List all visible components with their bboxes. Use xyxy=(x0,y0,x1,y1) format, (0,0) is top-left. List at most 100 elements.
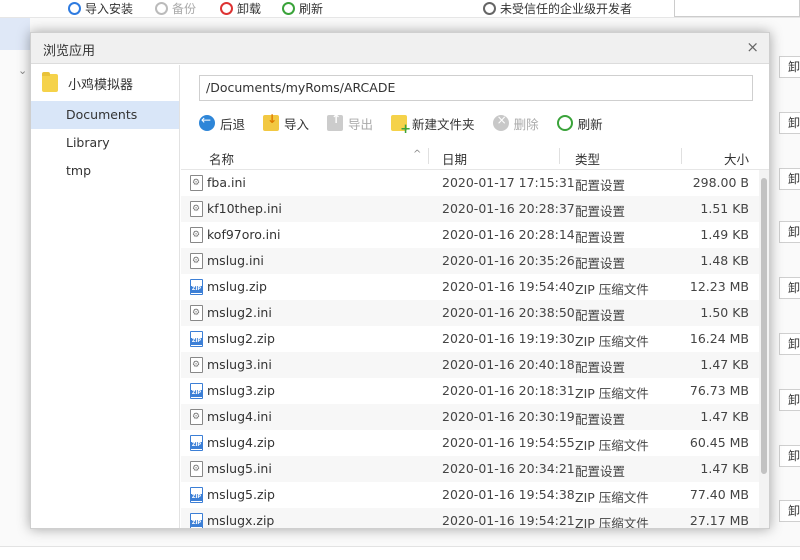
chevron-down-icon[interactable]: ⌄ xyxy=(18,64,27,77)
file-row[interactable]: mslug3.zip 2020-01-16 20:18:31ZIP 压缩文件 76.… xyxy=(181,378,769,404)
file-name: kof97oro.ini xyxy=(207,227,281,242)
column-header-date[interactable]: 日期 xyxy=(442,149,467,168)
close-icon[interactable]: × xyxy=(746,38,759,56)
file-type: 配置设置 xyxy=(575,412,626,427)
zip-file-icon xyxy=(190,383,203,399)
config-file-icon xyxy=(190,201,203,217)
vertical-scrollbar[interactable] xyxy=(759,170,769,528)
file-row[interactable]: mslug4.zip 2020-01-16 19:54:55ZIP 压缩文件 60.… xyxy=(181,430,769,456)
import-button[interactable]: 导入 xyxy=(263,112,309,133)
backup-icon xyxy=(155,1,168,15)
browse-app-dialog: 浏览应用 × 小鸡模拟器 Documents Library tmp /Docu… xyxy=(30,32,770,529)
sidebar-item-documents[interactable]: Documents xyxy=(31,101,179,129)
install-button[interactable]: 导入安装 xyxy=(68,0,133,16)
file-type: 配置设置 xyxy=(575,308,626,323)
refresh-icon xyxy=(556,115,573,131)
file-name: fba.ini xyxy=(207,175,246,190)
dialog-titlebar[interactable]: 浏览应用 × xyxy=(31,33,769,64)
config-file-icon xyxy=(190,227,203,243)
file-size: 60.45 MB xyxy=(689,435,749,450)
side-uninstall-button[interactable]: 卸 xyxy=(779,56,800,78)
refresh-label-bg: 刷新 xyxy=(299,1,324,16)
background-footer xyxy=(0,546,800,560)
sidebar-root-label: 小鸡模拟器 xyxy=(68,77,134,93)
notice-text: 未受信任的企业级开发者 xyxy=(500,1,633,16)
delete-button[interactable]: 删除 xyxy=(492,113,539,133)
file-row[interactable]: mslug4.ini 2020-01-16 20:30:19配置设置 1.47 KB xyxy=(181,404,769,430)
config-file-icon xyxy=(190,357,203,373)
uninstall-button[interactable]: 卸载 xyxy=(220,0,261,16)
file-row[interactable]: mslug5.ini 2020-01-16 20:34:21配置设置 1.47 KB xyxy=(181,456,769,482)
file-name: kf10thep.ini xyxy=(207,201,282,216)
file-date: 2020-01-16 20:34:21 xyxy=(442,461,575,476)
file-size: 1.47 KB xyxy=(700,409,749,424)
column-header-size[interactable]: 大小 xyxy=(724,149,749,168)
file-size: 27.17 MB xyxy=(689,513,749,528)
background-search-input[interactable] xyxy=(674,0,800,17)
export-button[interactable]: 导出 xyxy=(327,112,374,133)
column-divider[interactable] xyxy=(681,148,682,164)
file-date: 2020-01-16 20:18:31 xyxy=(442,383,575,398)
file-row[interactable]: mslug.ini 2020-01-16 20:35:26配置设置 1.48 KB xyxy=(181,248,769,274)
file-date: 2020-01-16 20:28:14 xyxy=(442,227,575,242)
file-type: 配置设置 xyxy=(575,464,626,479)
new-folder-button[interactable]: 新建文件夹 xyxy=(391,114,475,137)
file-date: 2020-01-16 19:54:40 xyxy=(442,279,575,294)
side-uninstall-button[interactable]: 卸 xyxy=(779,221,800,243)
file-row[interactable]: mslug2.ini 2020-01-16 20:38:50配置设置 1.50 KB xyxy=(181,300,769,326)
file-row[interactable]: kof97oro.ini 2020-01-16 20:28:14配置设置 1.49 … xyxy=(181,222,769,248)
backup-button[interactable]: 备份 xyxy=(155,0,196,16)
file-date: 2020-01-16 19:54:21 xyxy=(442,513,575,528)
file-list-header: 名称 ^ 日期 类型 大小 xyxy=(181,143,769,170)
back-icon xyxy=(199,113,215,131)
file-row[interactable]: kf10thep.ini 2020-01-16 20:28:37配置设置 1.51 … xyxy=(181,196,769,222)
side-uninstall-button[interactable]: 卸 xyxy=(779,333,800,355)
file-name: mslug2.zip xyxy=(207,331,275,346)
column-header-type[interactable]: 类型 xyxy=(575,149,600,168)
sidebar-item-tmp[interactable]: tmp xyxy=(31,157,179,185)
refresh-button[interactable]: 刷新 xyxy=(556,114,603,133)
side-uninstall-button[interactable]: 卸 xyxy=(779,112,800,134)
column-divider[interactable] xyxy=(428,148,429,164)
file-size: 16.24 MB xyxy=(689,331,749,346)
side-uninstall-button[interactable]: 卸 xyxy=(779,445,800,467)
refresh-button-bg[interactable]: 刷新 xyxy=(282,0,323,16)
file-row[interactable]: mslug3.ini 2020-01-16 20:40:18配置设置 1.47 KB xyxy=(181,352,769,378)
sidebar-item-library[interactable]: Library xyxy=(31,129,179,157)
install-label: 导入安装 xyxy=(85,1,134,16)
side-uninstall-button[interactable]: 卸 xyxy=(779,277,800,299)
file-name: mslug.zip xyxy=(207,279,267,294)
scrollbar-thumb[interactable] xyxy=(761,178,767,474)
config-file-icon xyxy=(190,305,203,321)
config-file-icon xyxy=(190,461,203,477)
path-field[interactable]: /Documents/myRoms/ARCADE xyxy=(199,75,753,101)
file-type: ZIP 压缩文件 xyxy=(575,438,649,453)
sidebar-root-app[interactable]: 小鸡模拟器 xyxy=(31,65,179,101)
side-uninstall-button[interactable]: 卸 xyxy=(779,168,800,190)
zip-file-icon xyxy=(190,279,203,295)
file-row[interactable]: mslug.zip 2020-01-16 19:54:40ZIP 压缩文件 12.2… xyxy=(181,274,769,300)
file-row[interactable]: fba.ini 2020-01-17 17:15:31配置设置 298.00 B xyxy=(181,170,769,196)
file-size: 1.50 KB xyxy=(700,305,749,320)
back-button[interactable]: 后退 xyxy=(199,113,245,133)
side-uninstall-button[interactable]: 卸 xyxy=(779,389,800,411)
column-header-name[interactable]: 名称 xyxy=(209,149,234,168)
file-size: 1.51 KB xyxy=(700,201,749,216)
export-icon xyxy=(327,112,344,131)
file-size: 12.23 MB xyxy=(689,279,749,294)
file-row[interactable]: mslug5.zip 2020-01-16 19:54:38ZIP 压缩文件 77.… xyxy=(181,482,769,508)
export-label: 导出 xyxy=(348,116,374,132)
delete-icon xyxy=(492,113,509,131)
file-type: 配置设置 xyxy=(575,256,626,271)
column-divider[interactable] xyxy=(559,148,560,164)
file-size: 298.00 B xyxy=(692,175,749,190)
file-row[interactable]: mslug2.zip 2020-01-16 19:19:30ZIP 压缩文件 16.… xyxy=(181,326,769,352)
file-type: 配置设置 xyxy=(575,204,626,219)
file-name: mslug4.zip xyxy=(207,435,275,450)
side-uninstall-button[interactable]: 卸 xyxy=(779,500,800,522)
zip-file-icon xyxy=(190,331,203,347)
file-row[interactable]: mslugx.zip 2020-01-16 19:54:21ZIP 压缩文件 27.… xyxy=(181,508,769,528)
file-date: 2020-01-16 19:19:30 xyxy=(442,331,575,346)
background-sidebar-selection xyxy=(0,18,30,50)
file-type: ZIP 压缩文件 xyxy=(575,334,649,349)
